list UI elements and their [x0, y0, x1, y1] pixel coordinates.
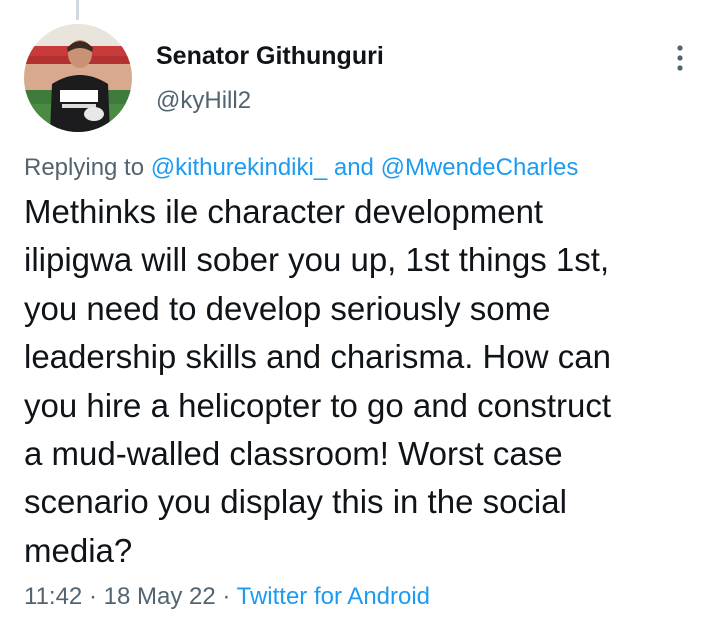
tweet-time[interactable]: 11:42	[24, 583, 82, 610]
mention-conjunction[interactable]: and	[334, 154, 374, 181]
replying-to-label: Replying to	[24, 154, 145, 181]
thread-connector-line	[76, 0, 79, 20]
tweet-text-line: a mud-walled classroom! Worst case	[24, 435, 563, 473]
author-handle[interactable]: @kyHill2	[156, 87, 251, 115]
tweet-text-line: ilipigwa will sober you up, 1st things 1…	[24, 241, 610, 279]
more-options-button[interactable]	[664, 38, 696, 78]
author-name[interactable]: Senator Githunguri	[156, 42, 384, 71]
tweet-text-line: you hire a helicopter to go and construc…	[24, 386, 612, 424]
tweet-metadata: 11:42 · 18 May 22 · Twitter for Android	[24, 583, 430, 611]
tweet-text: Methinks ile character development ilipi…	[24, 188, 714, 575]
replying-to-line: Replying to @kithurekindiki_ and @Mwende…	[24, 154, 578, 182]
tweet-text-line: you need to develop seriously some	[24, 289, 551, 327]
tweet-text-line: Methinks ile character development	[24, 193, 544, 230]
tweet-text-line: media?	[24, 531, 133, 569]
tweet-source-link[interactable]: Twitter for Android	[237, 583, 430, 610]
tweet-date[interactable]: 18 May 22	[104, 583, 216, 610]
more-vertical-icon	[677, 45, 683, 71]
meta-separator: ·	[88, 583, 97, 610]
avatar-image	[24, 24, 132, 132]
tweet-text-line: scenario you display this in the social	[24, 483, 567, 521]
tweet-text-line: leadership skills and charisma. How can	[24, 338, 611, 376]
mention-link-kithurekindiki[interactable]: @kithurekindiki_	[151, 154, 327, 181]
avatar[interactable]	[24, 24, 132, 132]
mention-link-mwendecharles[interactable]: @MwendeCharles	[381, 154, 579, 181]
meta-separator: ·	[222, 583, 231, 610]
